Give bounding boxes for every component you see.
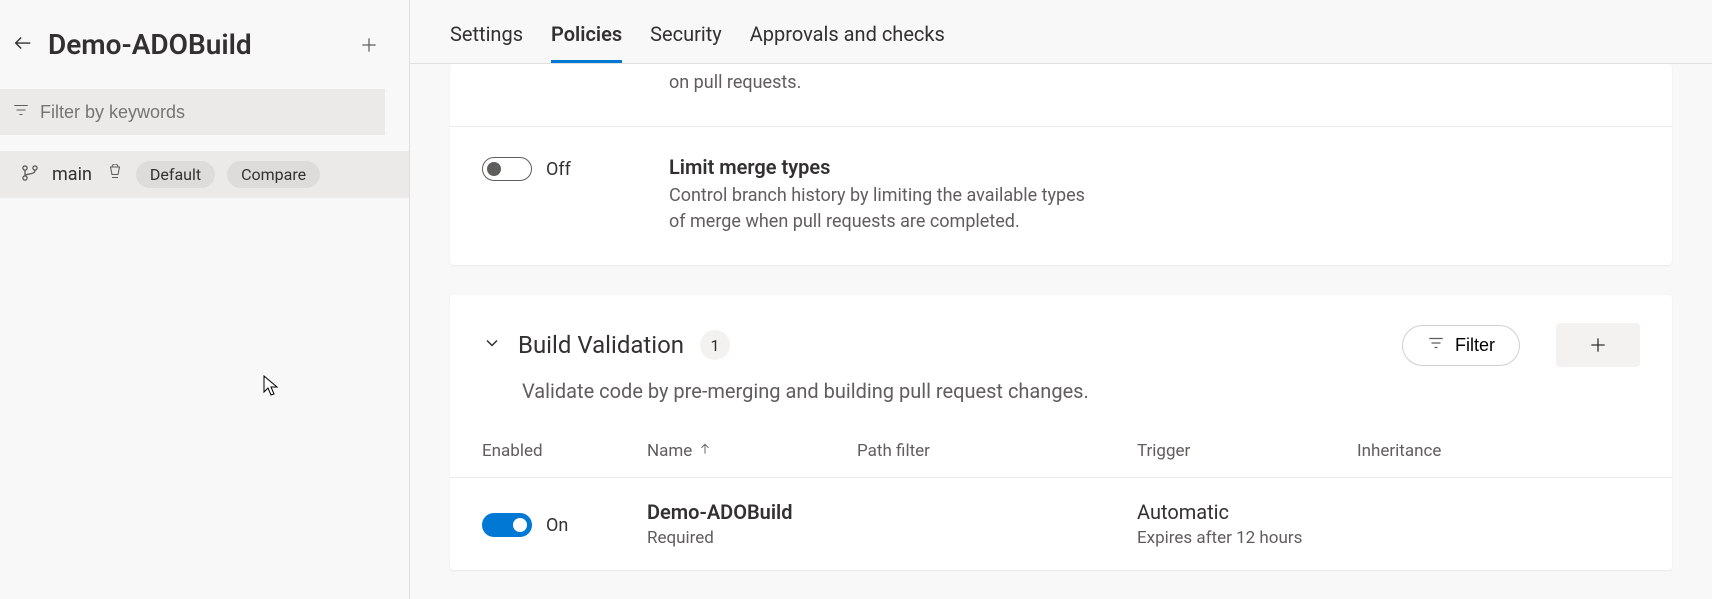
toggle-col [482, 64, 647, 66]
bv-row-trigger-sub: Expires after 12 hours [1137, 528, 1357, 548]
policies-card: Check to see that all comments have been… [450, 64, 1672, 265]
policy-desc-line2: on pull requests. [669, 70, 1079, 96]
tabs: Settings Policies Security Approvals and… [410, 0, 1712, 64]
filter-icon [1427, 334, 1445, 357]
back-arrow-icon[interactable] [12, 32, 34, 58]
bv-filter-label: Filter [1455, 335, 1495, 356]
tab-approvals[interactable]: Approvals and checks [750, 22, 945, 63]
tab-policies[interactable]: Policies [551, 22, 622, 63]
policy-text-limit-merge: Limit merge types Control branch history… [669, 155, 1089, 235]
filter-box[interactable] [0, 89, 385, 135]
badge-default[interactable]: Default [136, 161, 215, 188]
chevron-down-icon[interactable] [482, 333, 502, 357]
bv-header: Build Validation 1 Filter [482, 323, 1640, 367]
bv-add-button[interactable] [1556, 323, 1640, 367]
tab-settings[interactable]: Settings [450, 22, 523, 63]
sidebar-header: Demo-ADOBuild [0, 0, 409, 85]
build-validation-card: Build Validation 1 Filter Validate code … [450, 295, 1672, 570]
bv-row[interactable]: On Demo-ADOBuild Required Automatic Expi… [482, 478, 1640, 570]
bv-subtitle: Validate code by pre-merging and buildin… [522, 379, 1640, 403]
filter-input[interactable] [30, 102, 373, 123]
col-name-label: Name [647, 441, 692, 461]
badge-compare[interactable]: Compare [227, 161, 320, 188]
add-branch-button[interactable] [353, 29, 385, 61]
toggle-limit-merge[interactable] [482, 157, 532, 181]
branch-icon [20, 163, 40, 187]
bv-row-toggle-col: On [482, 511, 647, 537]
toggle-build-validation[interactable] [482, 513, 532, 537]
policy-title: Limit merge types [669, 155, 1089, 179]
col-trigger[interactable]: Trigger [1137, 441, 1357, 461]
content: Check to see that all comments have been… [410, 64, 1712, 599]
policy-text: Check to see that all comments have been… [669, 64, 1079, 96]
col-name[interactable]: Name [647, 441, 857, 461]
toggle-col-limit-merge: Off [482, 155, 647, 181]
filter-icon [12, 101, 30, 123]
tab-security[interactable]: Security [650, 22, 722, 63]
col-path-filter[interactable]: Path filter [857, 441, 1137, 461]
policy-row-comment-resolution: Check to see that all comments have been… [450, 64, 1672, 126]
policy-row-limit-merge: Off Limit merge types Control branch his… [450, 127, 1672, 265]
toggle-state-label: Off [546, 159, 571, 180]
bv-row-trigger-col: Automatic Expires after 12 hours [1137, 500, 1357, 548]
main: Settings Policies Security Approvals and… [410, 0, 1712, 599]
bv-thead: Enabled Name Path filter Trigger Inherit… [482, 433, 1640, 477]
toggle-state-label: On [546, 515, 568, 536]
sidebar: Demo-ADOBuild main Default Compare [0, 0, 410, 599]
sort-asc-icon [698, 441, 712, 461]
bv-count-badge: 1 [700, 330, 730, 360]
bv-row-name-col: Demo-ADOBuild Required [647, 500, 857, 548]
bv-title: Build Validation [518, 331, 684, 359]
branch-name: main [52, 164, 92, 185]
bv-row-name: Demo-ADOBuild [647, 500, 857, 524]
bv-row-trigger: Automatic [1137, 500, 1357, 524]
default-branch-icon [106, 164, 124, 186]
bv-row-name-sub: Required [647, 528, 857, 548]
col-inheritance[interactable]: Inheritance [1357, 441, 1640, 461]
branch-row-main[interactable]: main Default Compare [0, 151, 409, 198]
policy-desc: Control branch history by limiting the a… [669, 183, 1089, 235]
col-enabled[interactable]: Enabled [482, 441, 647, 461]
repo-title: Demo-ADOBuild [48, 28, 339, 61]
bv-filter-button[interactable]: Filter [1402, 325, 1520, 366]
bv-table: Enabled Name Path filter Trigger Inherit… [482, 433, 1640, 570]
